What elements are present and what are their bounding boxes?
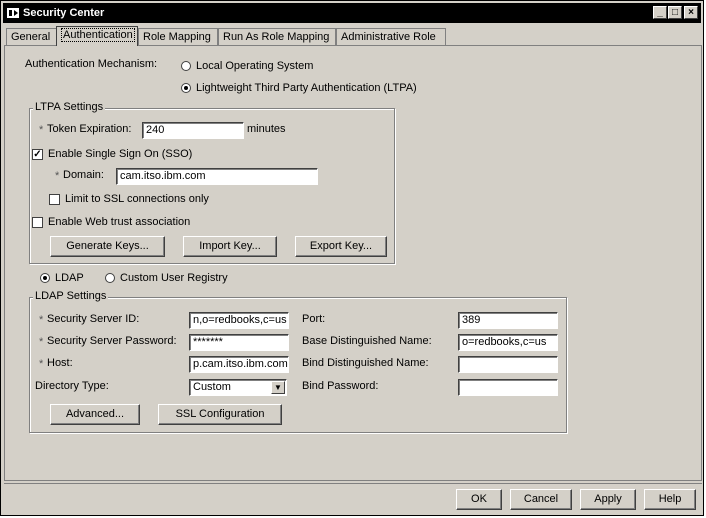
directory-type-label: Directory Type: <box>35 380 109 392</box>
import-key-button[interactable]: Import Key... <box>183 236 277 257</box>
server-password-label: Security Server Password: <box>47 335 177 347</box>
tab-authentication-label: Authentication <box>61 28 135 42</box>
tab-administrative-role-label: Administrative Role <box>341 31 436 43</box>
tab-role-mapping[interactable]: Role Mapping <box>138 28 218 46</box>
maximize-button[interactable]: □ <box>668 6 682 19</box>
tab-general[interactable]: General <box>6 28 57 46</box>
local-os-radio[interactable] <box>181 61 191 71</box>
ssl-configuration-button[interactable]: SSL Configuration <box>158 404 282 425</box>
tab-run-as-role-mapping[interactable]: Run As Role Mapping <box>218 28 336 46</box>
ldap-radio[interactable] <box>40 273 50 283</box>
footer-divider <box>4 483 702 484</box>
domain-input[interactable]: cam.itso.ibm.com <box>116 168 318 185</box>
title-bar[interactable]: Security Center _ □ × <box>3 3 701 23</box>
custom-registry-radio[interactable] <box>105 273 115 283</box>
help-button[interactable]: Help <box>644 489 696 510</box>
sso-checkbox[interactable]: ✓ <box>32 149 43 160</box>
token-expiration-input[interactable]: 240 <box>142 122 244 139</box>
host-input[interactable]: p.cam.itso.ibm.com <box>189 356 289 373</box>
server-id-label: Security Server ID: <box>47 313 140 325</box>
tab-administrative-role[interactable]: Administrative Role <box>336 28 446 46</box>
window-title: Security Center <box>23 7 105 19</box>
server-id-required-mark: * <box>39 314 44 326</box>
port-input[interactable]: 389 <box>458 312 558 329</box>
minimize-button[interactable]: _ <box>653 6 667 19</box>
tab-run-as-role-mapping-label: Run As Role Mapping <box>223 31 330 43</box>
apply-button[interactable]: Apply <box>580 489 636 510</box>
web-trust-label[interactable]: Enable Web trust association <box>48 216 190 228</box>
authentication-mechanism-label: Authentication Mechanism: <box>25 58 158 70</box>
token-expiration-label: Token Expiration: <box>47 123 132 135</box>
sso-label[interactable]: Enable Single Sign On (SSO) <box>48 148 192 160</box>
directory-type-select[interactable]: Custom ▼ <box>189 379 287 396</box>
authentication-panel: Authentication Mechanism: Local Operatin… <box>4 45 702 481</box>
base-dn-label: Base Distinguished Name: <box>302 335 432 347</box>
domain-required-mark: * <box>55 170 60 182</box>
close-button[interactable]: × <box>684 6 698 19</box>
directory-type-value: Custom <box>193 381 231 393</box>
port-label: Port: <box>302 313 326 325</box>
server-id-input[interactable]: n,o=redbooks,c=us <box>189 312 289 329</box>
token-expiration-unit: minutes <box>247 123 286 135</box>
domain-label: Domain: <box>63 169 104 181</box>
app-icon <box>7 8 19 18</box>
bind-dn-label: Bind Distinguished Name: <box>302 357 429 369</box>
cancel-button[interactable]: Cancel <box>510 489 572 510</box>
bind-dn-input[interactable] <box>458 356 558 373</box>
tab-role-mapping-label: Role Mapping <box>143 31 211 43</box>
server-password-required-mark: * <box>39 336 44 348</box>
tab-authentication[interactable]: Authentication <box>56 26 138 46</box>
base-dn-input[interactable]: o=redbooks,c=us <box>458 334 558 351</box>
server-password-input[interactable]: ******* <box>189 334 289 351</box>
export-key-button[interactable]: Export Key... <box>295 236 387 257</box>
bind-password-input[interactable] <box>458 379 558 396</box>
ssl-only-checkbox[interactable] <box>49 194 60 205</box>
ok-button[interactable]: OK <box>456 489 502 510</box>
custom-registry-label[interactable]: Custom User Registry <box>120 272 228 284</box>
ldap-label[interactable]: LDAP <box>55 272 84 284</box>
ltpa-label[interactable]: Lightweight Third Party Authentication (… <box>196 82 417 94</box>
ltpa-radio[interactable] <box>181 83 191 93</box>
chevron-down-icon[interactable]: ▼ <box>271 381 285 394</box>
local-os-label[interactable]: Local Operating System <box>196 60 313 72</box>
host-required-mark: * <box>39 358 44 370</box>
bind-password-label: Bind Password: <box>302 380 379 392</box>
ldap-settings-legend: LDAP Settings <box>33 290 109 302</box>
security-center-window: Security Center _ □ × General Authentica… <box>0 0 704 516</box>
generate-keys-button[interactable]: Generate Keys... <box>50 236 165 257</box>
ltpa-settings-legend: LTPA Settings <box>33 101 106 113</box>
tab-general-label: General <box>11 31 51 43</box>
ssl-only-label[interactable]: Limit to SSL connections only <box>65 193 209 205</box>
advanced-button[interactable]: Advanced... <box>50 404 140 425</box>
host-label: Host: <box>47 357 73 369</box>
token-expiration-required-mark: * <box>39 124 44 136</box>
web-trust-checkbox[interactable] <box>32 217 43 228</box>
